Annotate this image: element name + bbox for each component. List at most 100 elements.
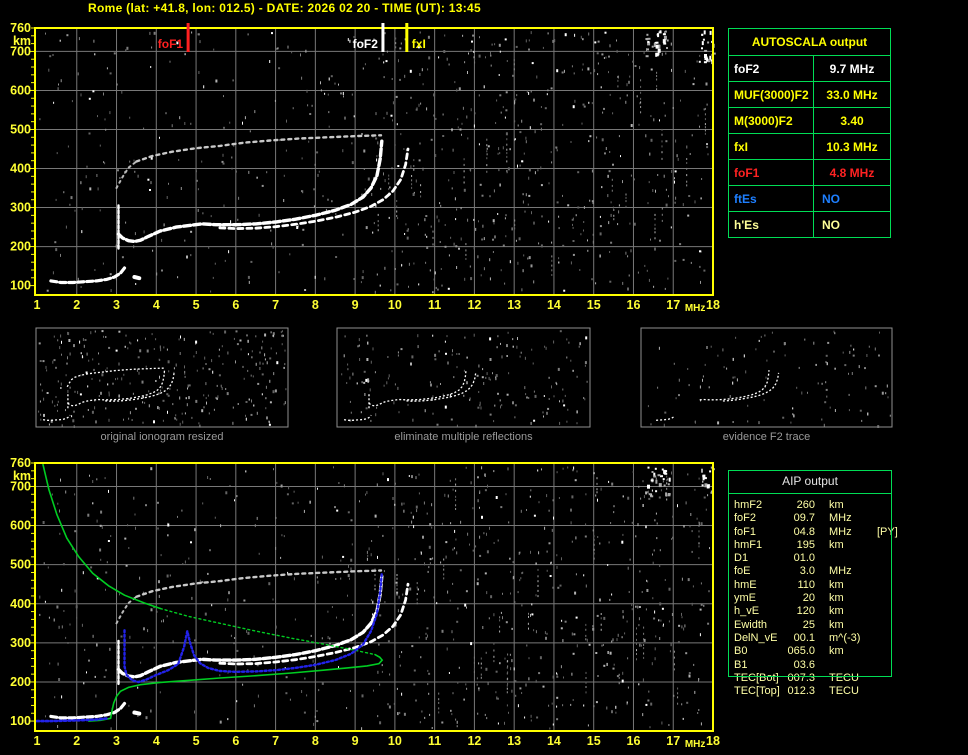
noise-dot (621, 636, 623, 639)
noise-dot (310, 634, 312, 637)
noise-dot (659, 637, 661, 640)
noise-dot (285, 149, 287, 152)
noise-streak (396, 215, 398, 217)
noise-dot (245, 470, 247, 473)
noise-dot (699, 250, 701, 253)
noise-dot (645, 703, 648, 706)
noise-dot (576, 422, 578, 425)
noise-dot (609, 280, 612, 283)
noise-dot (366, 358, 369, 361)
noise-dot (435, 117, 437, 120)
aip-row-label: D1 (734, 552, 749, 565)
trace-e_blob (132, 710, 144, 716)
noise-dot (74, 493, 76, 496)
noise-dot (367, 341, 369, 345)
noise-dot (531, 348, 533, 351)
noise-dot (148, 404, 150, 408)
noise-dot (397, 354, 399, 357)
noise-dot (524, 716, 526, 719)
noise-streak (411, 183, 413, 186)
noise-dot (587, 724, 589, 727)
noise-cluster (701, 33, 704, 36)
noise-dot (519, 687, 522, 690)
noise-dot (453, 171, 455, 174)
noise-dot (587, 239, 588, 242)
noise-dot (363, 149, 366, 153)
noise-dot (358, 344, 360, 347)
noise-dot (745, 370, 747, 374)
noise-dot (815, 363, 817, 366)
noise-dot (365, 493, 366, 496)
noise-streak (374, 578, 376, 581)
noise-dot (450, 236, 452, 239)
noise-dot (305, 49, 307, 53)
noise-streak (396, 584, 398, 587)
noise-dot (195, 340, 198, 344)
noise-dot (395, 581, 398, 584)
noise-streak (661, 145, 663, 148)
noise-dot (732, 357, 734, 361)
noise-dot (691, 530, 693, 533)
noise-dot (159, 345, 161, 349)
noise-dot (521, 160, 524, 163)
noise-dot (52, 271, 54, 275)
noise-dot (528, 39, 530, 42)
noise-dot (452, 548, 454, 551)
noise-dot (596, 136, 598, 139)
noise-dot (39, 360, 42, 362)
noise-dot (231, 167, 233, 170)
noise-dot (473, 333, 475, 337)
noise-dot (109, 72, 112, 75)
noise-dot (96, 478, 98, 481)
noise-dot (190, 230, 193, 233)
noise-dot (708, 386, 710, 389)
x-tick-label: 4 (153, 734, 160, 748)
noise-dot (104, 118, 106, 121)
noise-dot (59, 532, 61, 535)
noise-dot (583, 397, 585, 399)
noise-dot (79, 340, 81, 344)
noise-dot (622, 615, 624, 619)
noise-streak (585, 634, 587, 637)
aip-row-value: 110 (797, 578, 815, 591)
noise-dot (344, 116, 346, 120)
y-axis-unit-label: km (13, 469, 31, 483)
noise-dot (549, 727, 551, 730)
noise-dot (229, 121, 231, 124)
noise-dot (331, 200, 333, 203)
noise-dot (105, 336, 107, 338)
noise-dot (205, 382, 207, 386)
noise-dot (93, 368, 95, 371)
noise-dot (54, 696, 56, 699)
noise-streak (704, 118, 706, 121)
noise-dot (867, 412, 869, 416)
noise-dot (101, 330, 104, 333)
noise-dot (391, 78, 393, 80)
noise-dot (63, 610, 65, 612)
noise-streak (411, 179, 413, 182)
noise-streak (455, 495, 457, 498)
noise-dot (344, 335, 346, 338)
noise-dot (548, 509, 550, 512)
noise-dot (690, 513, 692, 516)
noise-dot (656, 522, 658, 525)
noise-dot (562, 704, 564, 707)
noise-streak (438, 711, 440, 714)
noise-dot (158, 358, 160, 361)
noise-dot (878, 354, 880, 357)
noise-dot (573, 633, 576, 636)
noise-dot (570, 521, 572, 525)
noise-dot (335, 213, 337, 215)
noise-dot (655, 512, 657, 515)
noise-dot (42, 521, 45, 524)
noise-dot (589, 135, 592, 138)
noise-dot (588, 643, 591, 646)
noise-dot (228, 250, 230, 254)
noise-dot (540, 244, 543, 248)
noise-dot (322, 195, 324, 198)
noise-dot (374, 514, 377, 518)
noise-dot (425, 261, 427, 264)
noise-dot (462, 106, 464, 110)
noise-dot (45, 32, 46, 35)
noise-dot (370, 553, 372, 557)
